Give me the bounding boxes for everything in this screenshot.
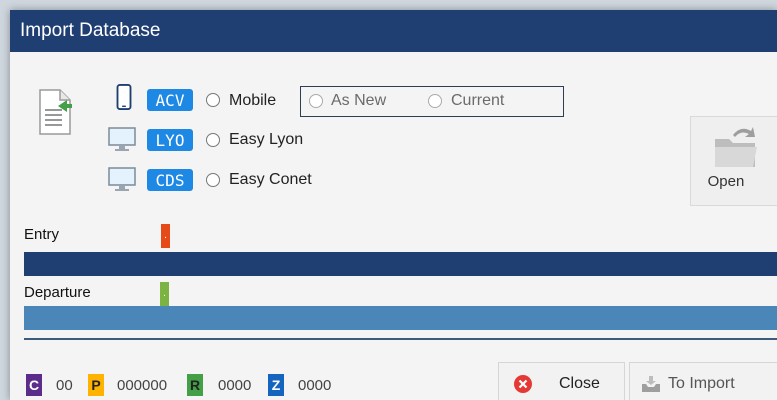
departure-marker: . [160,282,169,306]
radio-mobile[interactable] [206,93,220,107]
open-button[interactable]: Open [690,116,777,206]
import-database-window: Import Database ACV Mobile LYO Easy Lyon… [10,10,777,400]
monitor-icon [108,167,136,191]
window-content: ACV Mobile LYO Easy Lyon CDS Easy Conet … [10,52,777,400]
radio-label-mobile: Mobile [229,92,277,109]
radio-current[interactable] [428,94,442,108]
window-title: Import Database [20,20,161,41]
counter-badge-p: P [88,374,104,396]
departure-label: Departure [24,284,91,301]
to-import-button[interactable]: To Import [629,362,777,400]
phone-icon [116,84,132,110]
close-button-label: Close [559,375,600,392]
counter-value-r: 0000 [218,377,252,394]
folder-open-icon [715,127,757,167]
entry-progress-bar [24,252,777,276]
import-tray-icon [642,376,660,392]
close-button[interactable]: Close [498,362,625,400]
entry-label: Entry [24,226,60,243]
departure-progress-bar [24,306,777,330]
radio-as-new[interactable] [309,94,323,108]
separator-line [24,338,777,340]
radio-label-easy-conet: Easy Conet [229,171,312,188]
source-code-badge: ACV [147,89,193,111]
source-code-badge: LYO [147,129,193,151]
to-import-button-label: To Import [668,375,735,392]
close-circle-icon [514,375,532,393]
counter-value-z: 0000 [298,377,332,394]
counter-value-p: 000000 [117,377,168,394]
import-file-icon [39,89,72,135]
radio-easy-conet[interactable] [206,173,220,187]
monitor-icon [108,127,136,151]
counter-badge-c: C [26,374,42,396]
radio-label-easy-lyon: Easy Lyon [229,131,304,148]
counter-badge-r: R [187,374,203,396]
title-bar: Import Database [10,10,777,52]
radio-label-current: Current [451,92,505,109]
counter-badge-z: Z [268,374,284,396]
open-button-label: Open [707,173,745,190]
radio-label-as-new: As New [331,92,387,109]
source-code-badge: CDS [147,169,193,191]
import-mode-group: As New Current [300,86,564,117]
entry-marker: . [161,224,170,248]
counter-value-c: 00 [56,377,73,394]
radio-easy-lyon[interactable] [206,133,220,147]
